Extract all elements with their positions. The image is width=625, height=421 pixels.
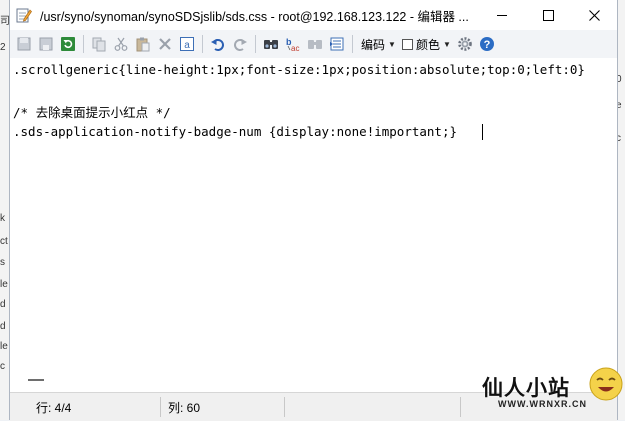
encoding-label: 编码: [361, 37, 386, 52]
toolbar-separator: [202, 35, 203, 53]
watermark-title: 仙人小站: [482, 376, 570, 400]
replace-icon: bac: [286, 37, 299, 52]
smiley-logo-icon: [589, 367, 623, 401]
site-watermark: 仙人小站 WWW.WRNXR.CN: [476, 364, 625, 420]
bg-text: d: [0, 299, 6, 310]
status-divider: [460, 397, 461, 417]
cut-button[interactable]: [111, 34, 131, 54]
toolbar-separator: [83, 35, 84, 53]
refresh-button[interactable]: [58, 34, 78, 54]
delete-button[interactable]: [155, 34, 175, 54]
bg-text: ct: [0, 236, 8, 247]
window-title: /usr/syno/synoman/synoSDSjslib/sds.css -…: [40, 9, 469, 24]
help-icon: ?: [479, 37, 494, 51]
find-next-icon: [308, 40, 322, 49]
paste-button[interactable]: [133, 34, 153, 54]
save-icon: [39, 37, 53, 51]
undo-button[interactable]: [208, 34, 228, 54]
toolbar-separator: [255, 35, 256, 53]
color-label: 颜色: [415, 37, 440, 52]
cut-icon: [114, 37, 128, 51]
replace-button[interactable]: b ac: [283, 34, 303, 54]
new-file-button[interactable]: [14, 34, 34, 54]
editor-line: /* 去除桌面提示小红点 */: [13, 105, 171, 120]
select-all-icon: a: [180, 37, 194, 51]
svg-text:a: a: [184, 40, 190, 51]
encoding-dropdown[interactable]: 编码 ▼: [357, 36, 396, 53]
text-editor[interactable]: .scrollgeneric{line-height:1px;font-size…: [10, 58, 617, 368]
refresh-icon: [61, 37, 75, 51]
editor-window: /usr/syno/synoman/synoSDSjslib/sds.css -…: [9, 0, 623, 421]
close-icon: [588, 9, 600, 21]
bg-text: s: [0, 257, 5, 268]
editor-line: .scrollgeneric{line-height:1px;font-size…: [13, 62, 585, 77]
maximize-button[interactable]: [525, 0, 571, 30]
svg-text:ac: ac: [291, 44, 299, 52]
notepad-edit-icon: [16, 8, 32, 23]
title-bar[interactable]: /usr/syno/synoman/synoSDSjslib/sds.css -…: [10, 0, 617, 30]
column-status: 列: 60: [168, 400, 201, 415]
toolbar: a b ac 编码 ▼ 颜色 ▼ ?: [10, 30, 617, 59]
bg-text: d: [0, 321, 6, 332]
select-all-button[interactable]: a: [177, 34, 197, 54]
background-window-left: 司 2 k ct s le d d le c: [0, 0, 10, 420]
watermark-url: WWW.WRNXR.CN: [498, 399, 587, 409]
svg-text:?: ?: [484, 39, 491, 51]
color-checkbox[interactable]: [401, 38, 413, 50]
status-divider: [284, 397, 285, 417]
goto-line-icon: [330, 37, 344, 51]
settings-button[interactable]: [455, 34, 475, 54]
paste-icon: [136, 37, 150, 52]
gear-icon: [458, 37, 472, 51]
chevron-down-icon: ▼: [388, 39, 396, 49]
scrollbar-thumb[interactable]: [28, 379, 44, 381]
copy-button[interactable]: [89, 34, 109, 54]
find-next-button[interactable]: [305, 34, 325, 54]
save-button[interactable]: [36, 34, 56, 54]
status-divider: [160, 397, 161, 417]
close-button[interactable]: [571, 0, 617, 30]
redo-icon: [234, 39, 247, 51]
bg-text: le: [0, 341, 8, 352]
line-status: 行: 4/4: [36, 400, 72, 415]
bg-text: le: [0, 279, 8, 290]
help-button[interactable]: ?: [477, 34, 497, 54]
new-file-icon: [17, 37, 31, 51]
bg-text: k: [0, 213, 5, 224]
editor-line: .sds-application-notify-badge-num {displ…: [13, 124, 458, 139]
minimize-button[interactable]: [479, 0, 525, 30]
redo-button[interactable]: [230, 34, 250, 54]
text-cursor: [482, 124, 483, 140]
chevron-down-icon: ▼: [442, 39, 451, 49]
color-dropdown[interactable]: 颜色 ▼: [416, 36, 451, 53]
undo-icon: [211, 39, 224, 51]
goto-line-button[interactable]: [327, 34, 347, 54]
find-icon: [264, 40, 278, 49]
copy-icon: [92, 37, 106, 52]
find-button[interactable]: [261, 34, 281, 54]
toolbar-separator: [352, 35, 353, 53]
delete-icon: [159, 38, 171, 50]
bg-text: 2: [0, 42, 6, 53]
bg-text: c: [0, 361, 5, 372]
